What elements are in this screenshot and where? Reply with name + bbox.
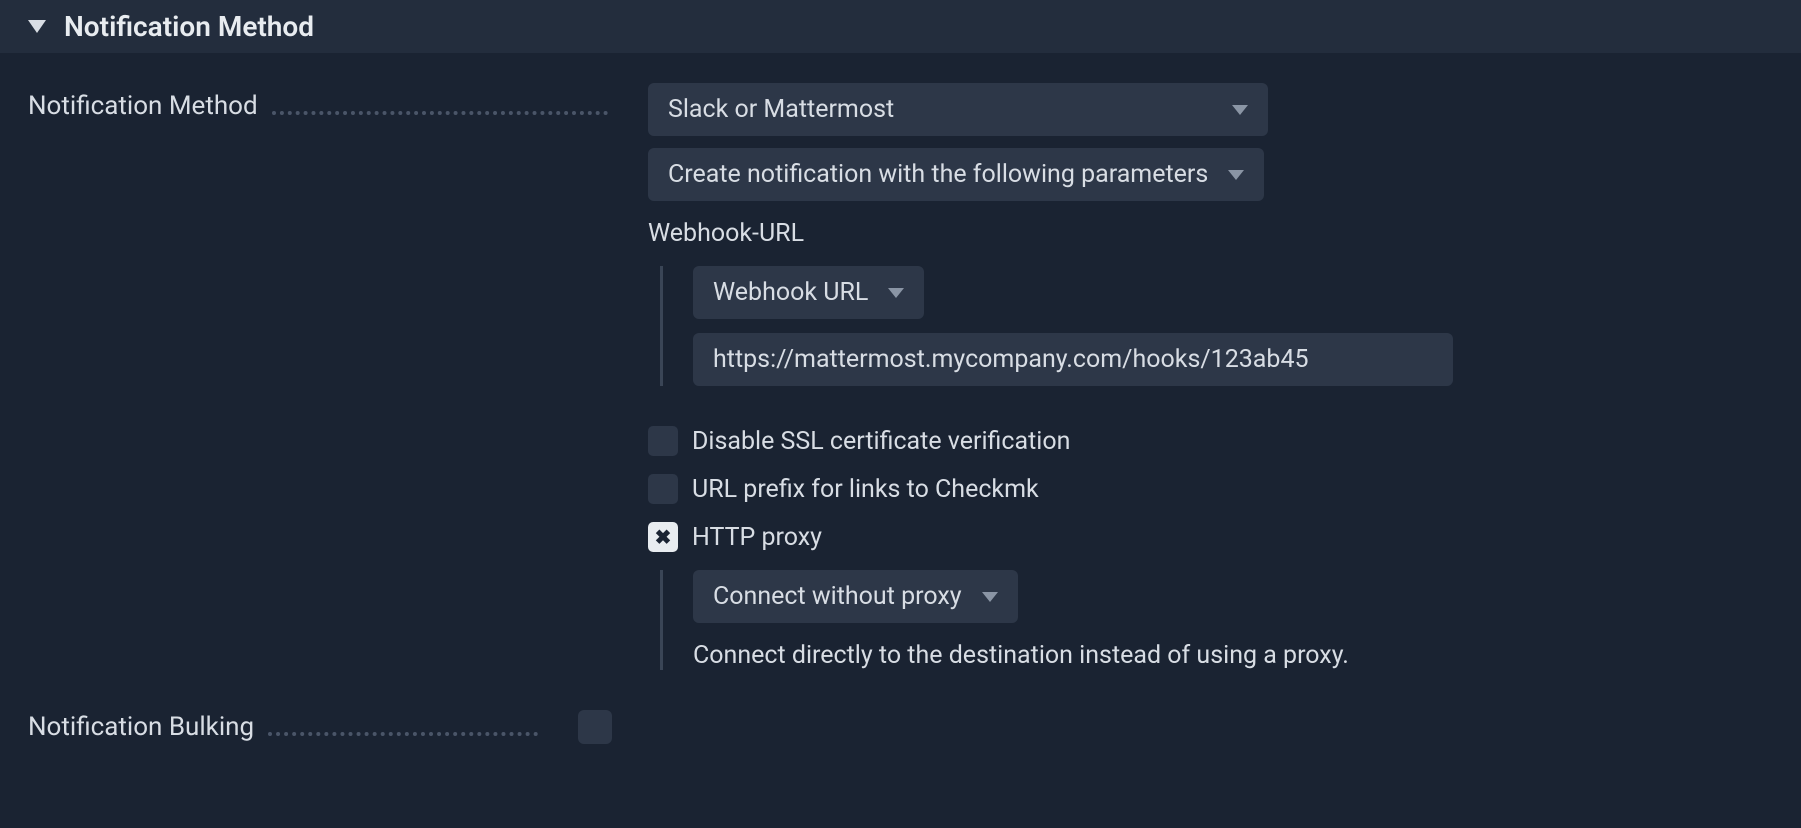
section-header[interactable]: Notification Method xyxy=(0,0,1801,53)
webhook-block: Webhook URL xyxy=(660,266,1773,386)
ssl-checkbox[interactable] xyxy=(648,426,678,456)
chevron-down-icon xyxy=(982,592,998,602)
bulking-row: Notification Bulking xyxy=(28,710,1773,744)
dotted-fill xyxy=(268,718,538,736)
params-select-value: Create notification with the following p… xyxy=(668,160,1208,189)
bulking-label: Notification Bulking xyxy=(28,712,254,742)
method-label-cell: Notification Method xyxy=(28,83,628,121)
section-title: Notification Method xyxy=(64,10,314,43)
chevron-down-icon xyxy=(888,288,904,298)
bulking-label-cell: Notification Bulking xyxy=(28,712,558,742)
url-prefix-checkbox[interactable] xyxy=(648,474,678,504)
ssl-checkbox-label: Disable SSL certificate verification xyxy=(692,427,1070,456)
method-select[interactable]: Slack or Mattermost xyxy=(648,83,1268,136)
url-prefix-checkbox-label: URL prefix for links to Checkmk xyxy=(692,475,1039,504)
params-select[interactable]: Create notification with the following p… xyxy=(648,148,1264,201)
notification-method-row: Notification Method Slack or Mattermost … xyxy=(28,83,1773,670)
webhook-url-select[interactable]: Webhook URL xyxy=(693,266,924,319)
http-proxy-checkbox-label: HTTP proxy xyxy=(692,523,822,552)
chevron-down-icon xyxy=(1232,105,1248,115)
webhook-url-select-value: Webhook URL xyxy=(713,278,868,307)
dotted-fill xyxy=(272,97,608,115)
check-icon: ✖ xyxy=(655,525,672,549)
method-value-cell: Slack or Mattermost Create notification … xyxy=(628,83,1773,670)
url-prefix-checkbox-row: URL prefix for links to Checkmk xyxy=(648,474,1773,504)
proxy-select-value: Connect without proxy xyxy=(713,582,962,611)
method-select-value: Slack or Mattermost xyxy=(668,95,894,124)
http-proxy-checkbox-row: ✖ HTTP proxy xyxy=(648,522,1773,552)
form-body: Notification Method Slack or Mattermost … xyxy=(0,53,1801,774)
ssl-checkbox-row: Disable SSL certificate verification xyxy=(648,426,1773,456)
collapse-icon xyxy=(28,20,46,33)
webhook-url-input[interactable] xyxy=(693,333,1453,386)
chevron-down-icon xyxy=(1228,170,1244,180)
proxy-block: Connect without proxy Connect directly t… xyxy=(660,570,1773,670)
http-proxy-checkbox[interactable]: ✖ xyxy=(648,522,678,552)
webhook-section-label: Webhook-URL xyxy=(648,219,1773,248)
proxy-description: Connect directly to the destination inst… xyxy=(693,641,1773,670)
proxy-select[interactable]: Connect without proxy xyxy=(693,570,1018,623)
bulking-checkbox-cell xyxy=(558,710,612,744)
method-label: Notification Method xyxy=(28,91,258,121)
bulking-checkbox[interactable] xyxy=(578,710,612,744)
